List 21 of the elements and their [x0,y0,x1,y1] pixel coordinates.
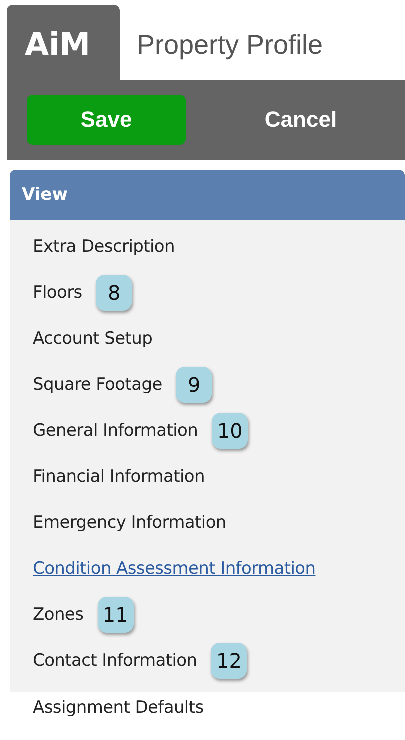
menu-item[interactable]: Zones [33,605,84,625]
menu-item[interactable]: Emergency Information [33,513,226,533]
menu-item[interactable]: General Information [33,421,198,441]
menu-item[interactable]: Contact Information [33,651,198,671]
menu-item[interactable]: Extra Description [33,237,175,257]
menu-item[interactable]: Assignment Defaults [33,698,204,718]
app-logo: AiM [7,5,120,80]
callout-badge: 8 [96,275,132,311]
callout-badge: 11 [98,597,134,633]
menu-item[interactable]: Financial Information [33,467,205,487]
callout-badge: 9 [176,367,212,403]
menu-item[interactable]: Floors [33,283,82,303]
menu-link[interactable]: Condition Assessment Information [33,559,316,579]
save-button[interactable]: Save [27,95,186,145]
callout-badge: 12 [211,643,248,679]
menu-item[interactable]: Square Footage [33,375,162,395]
page-title: Property Profile [136,29,324,62]
cancel-button[interactable]: Cancel [226,95,376,145]
panel-header: View [10,170,405,220]
callout-badge: 10 [212,413,248,449]
menu-item[interactable]: Account Setup [33,329,153,349]
